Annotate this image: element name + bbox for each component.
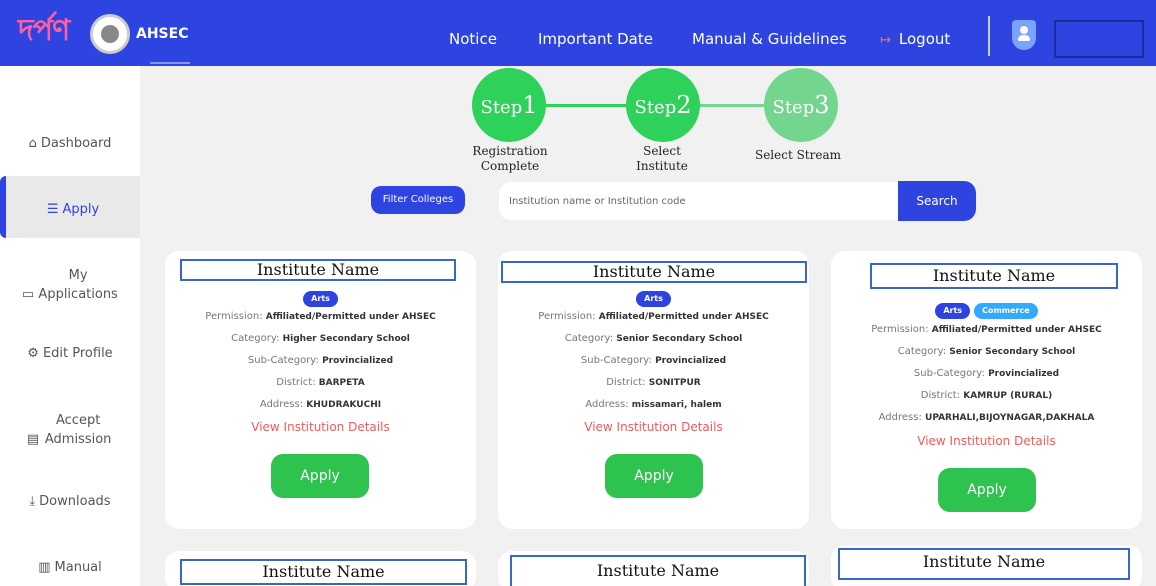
- step-1-caption: Registration Complete: [472, 144, 548, 173]
- stream-tag-arts: Arts: [636, 291, 671, 307]
- step-2-caption: Select Institute: [636, 144, 688, 173]
- folder-icon: ▭: [21, 287, 35, 302]
- home-icon: ⌂: [28, 136, 37, 151]
- sidebar-item-label: Dashboard: [40, 136, 112, 151]
- category-row: Category: Senior Secondary School: [564, 333, 743, 344]
- apply-button[interactable]: Apply: [938, 468, 1036, 512]
- institute-card: Institute Name Arts Permission: Affiliat…: [165, 251, 476, 529]
- address-row: Address: KHUDRAKUCHI: [259, 399, 382, 410]
- institute-card: Institute Name: [498, 551, 809, 586]
- step-3-circle: Step3: [764, 68, 838, 142]
- sidebar-item-label: Accept Admission: [44, 413, 112, 447]
- list-icon: ☰: [46, 202, 59, 217]
- top-navbar: দৰ্পণ AHSEC Notice Important Date Manual…: [0, 0, 1156, 66]
- sidebar-item-my-applications[interactable]: ▭My Applications: [0, 266, 140, 304]
- navbar-divider: [988, 16, 990, 56]
- user-shield-icon[interactable]: [1012, 20, 1036, 50]
- sidebar-item-label: Manual: [54, 560, 102, 575]
- sub-category-row: Sub-Category: Provincialized: [913, 368, 1060, 379]
- logout-label: Logout: [898, 30, 951, 48]
- sidebar-item-manual[interactable]: ▥ Manual: [0, 560, 140, 575]
- sidebar-item-downloads[interactable]: ⤓ Downloads: [0, 494, 140, 509]
- institute-name: Institute Name: [838, 548, 1130, 580]
- address-row: Address: UPARHALI,BIJOYNAGAR,DAKHALA: [878, 412, 1095, 423]
- stream-tags: Arts: [165, 286, 476, 307]
- book-icon: ▥: [38, 560, 51, 575]
- darpan-logo[interactable]: দৰ্পণ: [18, 6, 70, 57]
- stream-tag-arts: Arts: [935, 303, 971, 319]
- permission-row: Permission: Affiliated/Permitted under A…: [205, 311, 436, 322]
- step-connector: [546, 104, 630, 107]
- institute-card: Institute Name Arts Permission: Affiliat…: [498, 251, 809, 529]
- institute-card: Institute Name Arts Commerce Permission: …: [831, 251, 1142, 529]
- sidebar-item-accept-admission[interactable]: ▤ Accept Admission: [0, 411, 140, 449]
- stream-tags: Arts Commerce: [831, 298, 1142, 319]
- institute-name: Institute Name: [510, 555, 806, 586]
- stream-tag-arts: Arts: [303, 291, 338, 307]
- logout-icon: ↦: [880, 33, 891, 48]
- search-button[interactable]: Search: [898, 181, 976, 221]
- step-1-circle: Step1: [472, 68, 546, 142]
- sidebar-item-label: Apply: [62, 202, 100, 217]
- institute-name: Institute Name: [501, 261, 807, 283]
- download-icon: ⤓: [29, 494, 36, 509]
- view-institution-details-link[interactable]: View Institution Details: [165, 420, 476, 434]
- logo-underline: [150, 62, 190, 64]
- institution-search-input[interactable]: [499, 182, 899, 220]
- user-name-box[interactable]: [1054, 20, 1144, 58]
- logout-button[interactable]: ↦ Logout: [880, 30, 950, 48]
- nav-important-date[interactable]: Important Date: [538, 30, 653, 48]
- step-2-circle: Step2: [626, 68, 700, 142]
- step-connector: [692, 104, 768, 107]
- category-row: Category: Senior Secondary School: [897, 346, 1076, 357]
- district-row: District: SONITPUR: [606, 377, 701, 388]
- filter-colleges-button[interactable]: Filter Colleges: [371, 186, 465, 214]
- institute-name: Institute Name: [180, 559, 467, 585]
- district-row: District: KAMRUP (RURAL): [920, 390, 1053, 401]
- settings-icon: ⚙: [27, 346, 39, 361]
- sidebar-item-edit-profile[interactable]: ⚙ Edit Profile: [0, 346, 140, 361]
- district-row: District: BARPETA: [276, 377, 365, 388]
- sidebar-item-label: Edit Profile: [42, 346, 113, 361]
- sub-category-row: Sub-Category: Provincialized: [247, 355, 394, 366]
- permission-row: Permission: Affiliated/Permitted under A…: [871, 324, 1102, 335]
- institute-name: Institute Name: [180, 259, 456, 281]
- nav-notice[interactable]: Notice: [449, 30, 497, 48]
- step-3-caption: Select Stream: [754, 148, 842, 162]
- sidebar-item-label: My Applications: [38, 268, 118, 302]
- ahsec-emblem-icon: [90, 14, 130, 54]
- brand-name: AHSEC: [136, 26, 189, 42]
- institute-card: Institute Name: [165, 551, 476, 586]
- institute-card: Institute Name: [831, 545, 1142, 586]
- institute-name: Institute Name: [870, 263, 1118, 289]
- clipboard-icon: ▤: [26, 432, 40, 447]
- stream-tag-commerce: Commerce: [974, 303, 1038, 319]
- nav-manual-guidelines[interactable]: Manual & Guidelines: [692, 30, 847, 48]
- category-row: Category: Higher Secondary School: [231, 333, 410, 344]
- address-row: Address: missamari, halem: [585, 399, 722, 410]
- permission-row: Permission: Affiliated/Permitted under A…: [538, 311, 769, 322]
- view-institution-details-link[interactable]: View Institution Details: [831, 434, 1142, 448]
- sidebar: ⌂ Dashboard ☰ Apply ▭My Applications ⚙ Edit…: [0, 66, 140, 586]
- stream-tags: Arts: [498, 286, 809, 307]
- sidebar-item-dashboard[interactable]: ⌂ Dashboard: [0, 136, 140, 151]
- view-institution-details-link[interactable]: View Institution Details: [498, 420, 809, 434]
- sub-category-row: Sub-Category: Provincialized: [580, 355, 727, 366]
- sidebar-item-apply[interactable]: ☰ Apply: [0, 176, 140, 238]
- sidebar-item-label: Downloads: [39, 494, 111, 509]
- apply-button[interactable]: Apply: [605, 454, 703, 498]
- apply-button[interactable]: Apply: [271, 454, 369, 498]
